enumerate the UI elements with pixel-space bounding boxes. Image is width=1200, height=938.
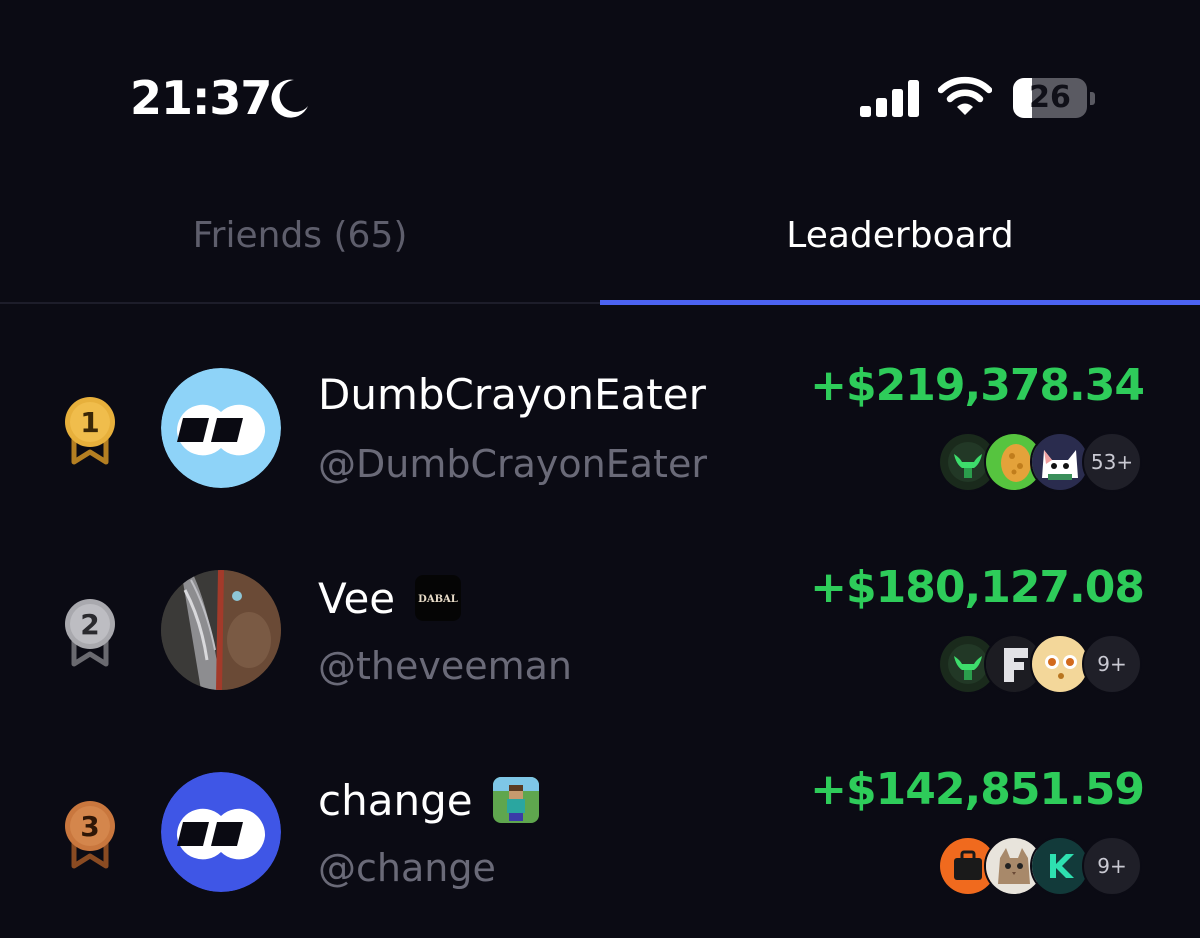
- battery-level-text: 26: [1029, 80, 1071, 115]
- rank-number: 1: [80, 406, 99, 439]
- status-time: 21:37: [130, 71, 272, 125]
- tab-friends[interactable]: Friends (65): [0, 190, 600, 302]
- display-name[interactable]: change: [318, 776, 473, 825]
- token-holdings[interactable]: 9+: [938, 634, 1142, 694]
- token-holdings[interactable]: 9+: [938, 836, 1142, 896]
- app-logo-avatar-icon: [161, 368, 281, 488]
- battery-cap: [1090, 92, 1095, 105]
- cat-token-icon: [1030, 432, 1090, 492]
- pnl-amount: +$219,378.34: [810, 360, 1145, 411]
- more-tokens-count[interactable]: 53+: [1082, 432, 1142, 492]
- battery-indicator: 26: [1013, 78, 1087, 118]
- user-handle: @DumbCrayonEater: [318, 442, 707, 486]
- tab-bar: Friends (65) Leaderboard: [0, 190, 1200, 306]
- avatar[interactable]: [161, 772, 281, 892]
- tab-leaderboard[interactable]: Leaderboard: [600, 190, 1200, 302]
- leaderboard-screen: 21:37 26 Friends (65) Leaderboard 1 Dumb…: [0, 0, 1200, 938]
- gold-medal-icon: 1: [65, 397, 115, 465]
- face-token-icon: [1030, 634, 1090, 694]
- name-line: DumbCrayonEater: [318, 368, 706, 420]
- silver-medal-icon: 2: [65, 599, 115, 667]
- name-line: change: [318, 774, 539, 826]
- pixel-character-badge-icon: [492, 777, 539, 823]
- cellular-signal-icon: [860, 80, 919, 117]
- rank-number: 3: [80, 810, 99, 843]
- pnl-amount: +$180,127.08: [810, 562, 1145, 613]
- more-tokens-count[interactable]: 9+: [1082, 836, 1142, 896]
- status-bar: 21:37 26: [0, 0, 1200, 190]
- display-name[interactable]: DumbCrayonEater: [318, 370, 706, 419]
- avatar[interactable]: [161, 368, 281, 488]
- user-handle: @theveeman: [318, 644, 572, 688]
- kite-token-icon: [1030, 836, 1090, 896]
- more-tokens-count[interactable]: 9+: [1082, 634, 1142, 694]
- pnl-amount: +$142,851.59: [810, 764, 1145, 815]
- app-logo-avatar-icon: [161, 772, 281, 892]
- user-handle: @change: [318, 846, 496, 890]
- leaderboard-row[interactable]: 1 DumbCrayonEater @DumbCrayonEater +$219…: [0, 330, 1200, 530]
- display-name[interactable]: Vee: [318, 574, 395, 623]
- leaderboard-row[interactable]: 3 change @change +$142,851.59 9+: [0, 734, 1200, 934]
- leaderboard-row[interactable]: 2 Vee DABAL @theveeman +$180,127.08 9+: [0, 532, 1200, 732]
- name-line: Vee DABAL: [318, 572, 462, 624]
- rank-number: 2: [80, 608, 99, 641]
- game-badge-icon: DABAL: [415, 575, 462, 621]
- token-holdings[interactable]: 53+: [938, 432, 1142, 492]
- viking-avatar-icon: [161, 570, 281, 690]
- wifi-icon: [938, 76, 992, 115]
- moon-icon: [271, 79, 308, 118]
- avatar[interactable]: [161, 570, 281, 690]
- bronze-medal-icon: 3: [65, 801, 115, 869]
- active-tab-indicator: [600, 300, 1200, 305]
- badge-label: DABAL: [418, 594, 458, 605]
